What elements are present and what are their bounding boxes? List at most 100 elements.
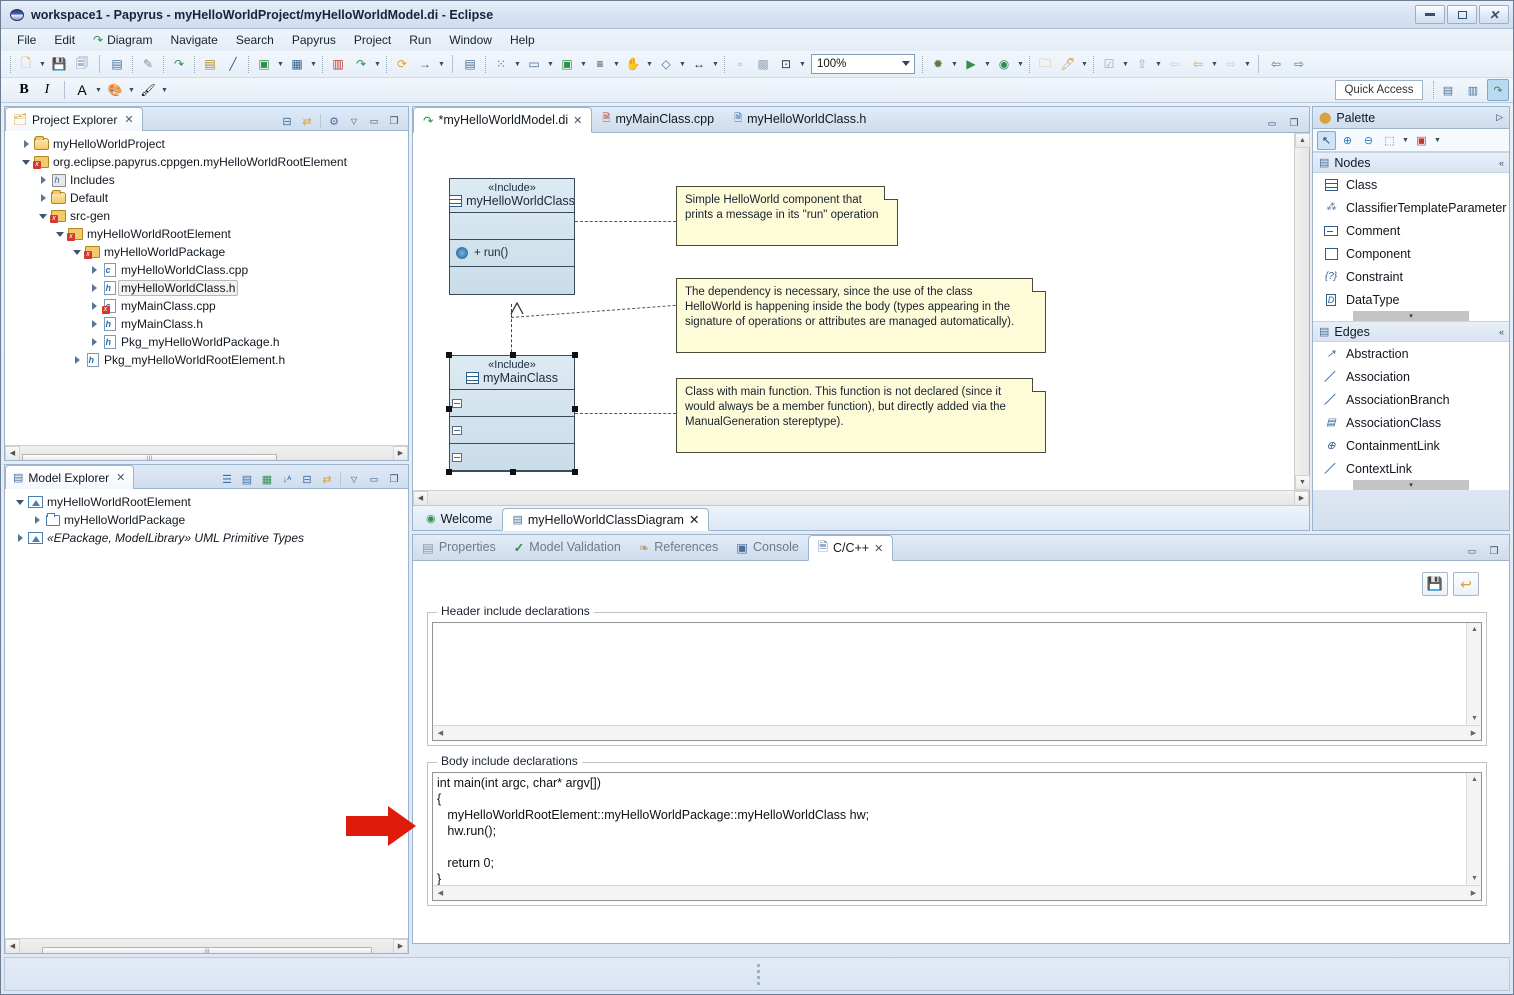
- scroll-left-icon[interactable]: ◀: [433, 887, 448, 900]
- scroll-left-icon[interactable]: ◀: [413, 490, 428, 506]
- twisty-collapsed-icon[interactable]: [87, 302, 101, 310]
- quick-access-input[interactable]: Quick Access: [1335, 80, 1423, 100]
- tab-model-explorer[interactable]: ▤ Model Explorer ✕: [5, 465, 135, 489]
- menu-project[interactable]: Project: [346, 31, 399, 49]
- twisty-expanded-icon[interactable]: [36, 214, 50, 219]
- scroll-down-icon[interactable]: ▼: [1467, 872, 1482, 885]
- palette-item-associationbranch[interactable]: AssociationBranch: [1313, 388, 1509, 411]
- view-menu-icon[interactable]: ▽: [345, 470, 363, 488]
- list-view-icon[interactable]: ☰: [218, 470, 236, 488]
- other-compartment[interactable]: [450, 267, 574, 294]
- view-menu-filter-icon[interactable]: ⚙: [325, 112, 343, 130]
- papyrus-icon[interactable]: ↷: [168, 54, 190, 75]
- tree-item[interactable]: myHelloWorldClass.cpp: [5, 261, 408, 279]
- papyrus-nav-icon[interactable]: ↷: [350, 54, 372, 75]
- collapse-icon[interactable]: «: [1499, 327, 1504, 337]
- body-include-textarea-box[interactable]: int main(int argc, char* argv[]) { myHel…: [432, 772, 1482, 901]
- project-explorer-tree[interactable]: myHelloWorldProject org.eclipse.papyrus.c…: [5, 131, 408, 369]
- menu-help[interactable]: Help: [502, 31, 543, 49]
- zoom-out-tool[interactable]: ⊖: [1359, 131, 1378, 150]
- palette-item-comment[interactable]: Comment: [1313, 219, 1509, 242]
- marquee-tool[interactable]: ⬚: [1380, 131, 1399, 150]
- papyrus-nav-dropdown[interactable]: ▼: [373, 54, 382, 74]
- resize-icon[interactable]: ◇: [655, 54, 677, 75]
- scroll-up-icon[interactable]: ▲: [1295, 133, 1310, 148]
- copy-appearance-icon[interactable]: ▤: [459, 54, 481, 75]
- uml-class-myhelloworldclass[interactable]: «Include» myHelloWorldClass + run(): [449, 178, 575, 295]
- tab-model-validation[interactable]: ✓ Model Validation: [505, 534, 630, 560]
- new-diagram-icon[interactable]: ▦: [286, 54, 308, 75]
- tree-item[interactable]: myMainClass.h: [5, 315, 408, 333]
- modeling-perspective-button[interactable]: ▥: [1462, 79, 1484, 101]
- todo-dropdown[interactable]: ▼: [1121, 54, 1130, 74]
- tree-item[interactable]: myMainClass.cpp: [5, 297, 408, 315]
- close-window-button[interactable]: ✕: [1479, 5, 1509, 24]
- palette-item-classifiertemplateparameter[interactable]: ⁂ ClassifierTemplateParameter: [1313, 196, 1509, 219]
- papyrus-perspective-button[interactable]: ↷: [1487, 79, 1509, 101]
- twisty-collapsed-icon[interactable]: [87, 284, 101, 292]
- open-type-icon[interactable]: 🗀: [1034, 54, 1056, 75]
- tab-myhelloworldclass-h[interactable]: 🗎 myHelloWorldClass.h: [724, 106, 876, 132]
- maximize-icon[interactable]: ❐: [385, 470, 403, 488]
- tree-item[interactable]: «EPackage, ModelLibrary» UML Primitive T…: [5, 529, 408, 547]
- collapse-all-icon[interactable]: ⊟: [278, 112, 296, 130]
- select-tool[interactable]: ↖: [1317, 130, 1336, 150]
- prev-edit-icon[interactable]: ⇦: [1164, 54, 1186, 75]
- tree-item[interactable]: myHelloWorldProject: [5, 135, 408, 153]
- next-annotation-icon[interactable]: ⇧: [1131, 54, 1153, 75]
- tree-item[interactable]: myHelloWorldPackage: [5, 511, 408, 529]
- tree-item[interactable]: Pkg_myHelloWorldPackage.h: [5, 333, 408, 351]
- operations-compartment[interactable]: + run(): [450, 240, 574, 267]
- zoom-fit-icon[interactable]: ⊡: [775, 54, 797, 75]
- tree-item[interactable]: src-gen: [5, 207, 408, 225]
- profile-dropdown[interactable]: ▼: [1016, 54, 1025, 74]
- distribute-icon[interactable]: ▭: [523, 54, 545, 75]
- body-hscrollbar[interactable]: ◀ ▶: [433, 885, 1481, 900]
- scroll-left-icon[interactable]: ◀: [433, 727, 448, 740]
- scroll-right-icon[interactable]: ▶: [1466, 727, 1481, 740]
- maximize-icon[interactable]: ❐: [1485, 542, 1503, 560]
- tab-properties[interactable]: ▤ Properties: [413, 534, 505, 560]
- body-include-input[interactable]: int main(int argc, char* argv[]) { myHel…: [433, 773, 1466, 885]
- collapse-icon[interactable]: «: [1499, 158, 1504, 168]
- menu-papyrus[interactable]: Papyrus: [284, 31, 344, 49]
- twisty-collapsed-icon[interactable]: [87, 266, 101, 274]
- text-align-icon[interactable]: ≡: [589, 54, 611, 75]
- twisty-collapsed-icon[interactable]: [19, 140, 33, 148]
- attributes-compartment[interactable]: [450, 213, 574, 240]
- minimize-icon[interactable]: ▭: [1463, 542, 1481, 560]
- maximize-icon[interactable]: ❐: [385, 112, 403, 130]
- debug-dropdown[interactable]: ▼: [950, 54, 959, 74]
- twisty-collapsed-icon[interactable]: [36, 194, 50, 202]
- align-dropdown[interactable]: ▼: [513, 54, 522, 74]
- collapse-all-icon[interactable]: ⊟: [298, 470, 316, 488]
- twisty-expanded-icon[interactable]: [13, 500, 27, 505]
- text-align-dropdown[interactable]: ▼: [612, 54, 621, 74]
- sort-alpha-icon[interactable]: ↓ᴬ: [278, 470, 296, 488]
- subtab-myhelloworldclassdiagram[interactable]: ▤ myHelloWorldClassDiagram ✕: [502, 508, 710, 531]
- menu-diagram[interactable]: ↷ Diagram: [85, 31, 160, 49]
- link-with-editor-icon[interactable]: ⇄: [298, 112, 316, 130]
- snap-icon[interactable]: ▫: [729, 54, 751, 75]
- attributes-compartment[interactable]: [450, 390, 574, 417]
- fit-width-icon[interactable]: ↔: [688, 54, 710, 75]
- arrow-right-dropdown[interactable]: ▼: [437, 54, 446, 74]
- minimize-icon[interactable]: ▭: [365, 112, 383, 130]
- tree-item[interactable]: Includes: [5, 171, 408, 189]
- line-color-dropdown[interactable]: ▼: [160, 80, 169, 100]
- tab-myhelloworldmodel-di[interactable]: ↷ *myHelloWorldModel.di ✕: [413, 107, 593, 133]
- header-include-textarea-box[interactable]: ▲ ▼ ◀ ▶: [432, 622, 1482, 741]
- header-vscrollbar[interactable]: ▲ ▼: [1466, 623, 1481, 725]
- pencil-icon[interactable]: ✎: [137, 54, 159, 75]
- palette-item-associationclass[interactable]: ▤ AssociationClass: [1313, 411, 1509, 434]
- line-color-button[interactable]: 🖌: [137, 80, 159, 101]
- link-with-editor-icon[interactable]: ⇄: [318, 470, 336, 488]
- close-icon[interactable]: ✕: [116, 471, 125, 484]
- arrange-icon[interactable]: ▣: [556, 54, 578, 75]
- twisty-collapsed-icon[interactable]: [13, 534, 27, 542]
- arrange-dropdown[interactable]: ▼: [579, 54, 588, 74]
- tree-item[interactable]: Default: [5, 189, 408, 207]
- fill-color-button[interactable]: 🎨: [104, 80, 126, 101]
- tab-console[interactable]: ▣ Console: [727, 534, 808, 560]
- palette-item-association[interactable]: Association: [1313, 365, 1509, 388]
